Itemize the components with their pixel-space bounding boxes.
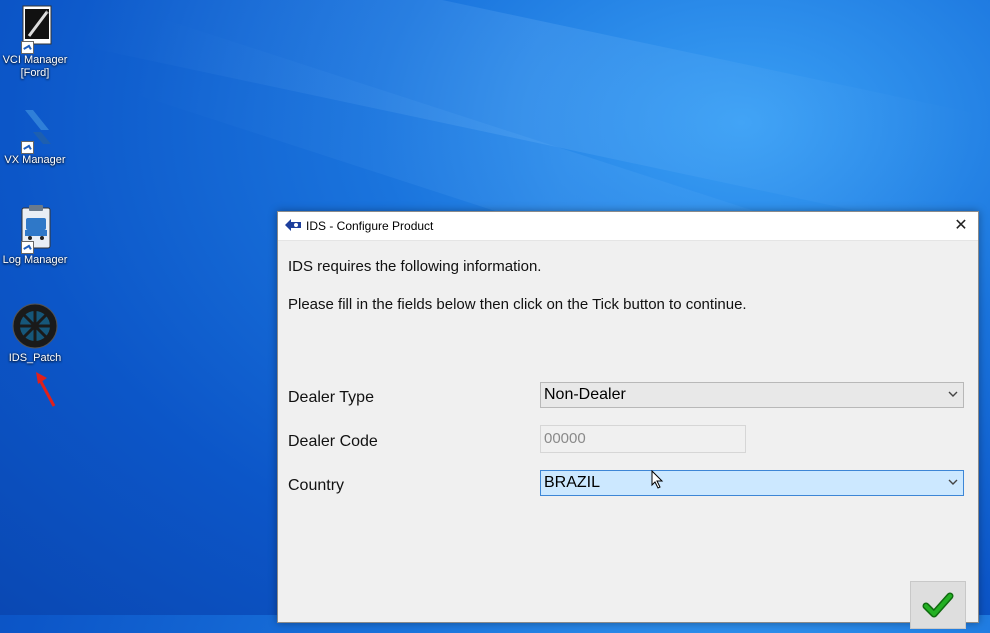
shortcut-arrow-icon — [21, 141, 34, 154]
mouse-cursor-icon — [651, 470, 664, 489]
desktop-icon-label: Log Manager — [2, 254, 68, 266]
vx-manager-icon — [11, 104, 59, 154]
dialog-title: IDS - Configure Product — [306, 219, 434, 233]
country-label: Country — [288, 477, 345, 494]
country-select[interactable]: BRAZIL — [540, 470, 964, 496]
close-icon: ✕ — [954, 217, 968, 234]
dealer-code-label: Dealer Code — [288, 433, 378, 450]
desktop-icon-log-manager[interactable]: Log Manager — [0, 204, 70, 267]
desktop-icon-vx-manager[interactable]: VX Manager — [0, 104, 70, 167]
dealer-type-select[interactable]: Non-Dealer — [540, 382, 964, 408]
log-manager-icon — [11, 204, 59, 254]
red-annotation-arrow-icon — [36, 372, 56, 407]
dealer-type-label: Dealer Type — [288, 389, 374, 406]
dealer-code-field[interactable]: 00000 — [540, 425, 746, 453]
dealer-code-placeholder: 00000 — [544, 430, 586, 447]
desktop-icon-label: IDS_Patch — [8, 352, 62, 364]
chevron-down-icon — [948, 391, 958, 397]
ids-patch-wheel-icon — [11, 302, 59, 350]
desktop-icon-label: VCI Manager [Ford] — [2, 54, 68, 79]
dealer-type-value: Non-Dealer — [544, 386, 626, 403]
wallpaper-light-streak — [77, 0, 983, 233]
instructions-text: Please fill in the fields below then cli… — [288, 296, 747, 313]
country-value: BRAZIL — [544, 474, 601, 491]
intro-text: IDS requires the following information. — [288, 258, 542, 275]
chevron-down-icon — [948, 479, 958, 485]
ids-app-icon — [285, 219, 301, 231]
green-tick-icon — [922, 592, 954, 618]
shortcut-arrow-icon — [21, 241, 34, 254]
desktop-icon-vci-manager[interactable]: VCI Manager [Ford] — [0, 4, 70, 80]
dialog-titlebar[interactable]: IDS - Configure Product ✕ — [278, 212, 978, 241]
shortcut-arrow-icon — [21, 41, 34, 54]
desktop-icon-ids-patch[interactable]: IDS_Patch — [0, 302, 70, 365]
desktop-icon-label: VX Manager — [4, 154, 66, 166]
close-button[interactable]: ✕ — [944, 212, 978, 240]
vci-manager-icon — [11, 4, 59, 54]
tick-continue-button[interactable] — [910, 581, 966, 629]
configure-product-dialog: IDS - Configure Product ✕ IDS requires t… — [277, 211, 979, 629]
